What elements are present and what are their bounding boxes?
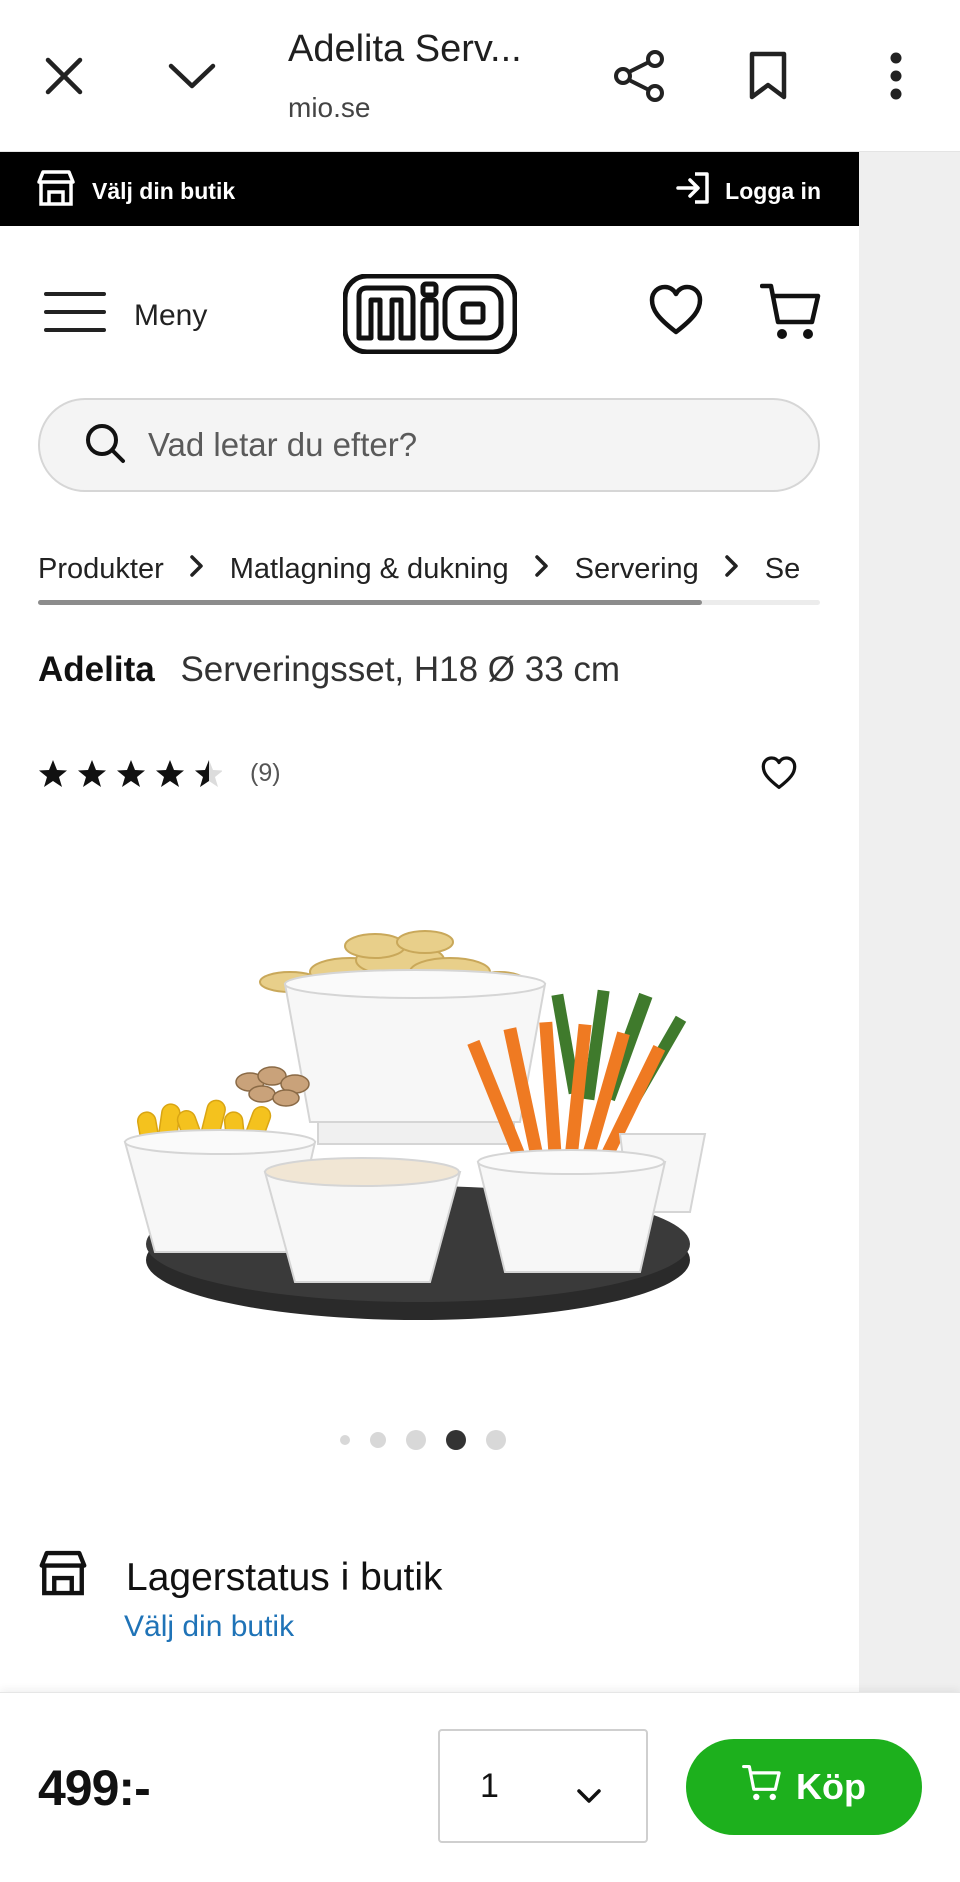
menu-label: Meny xyxy=(134,299,208,332)
carousel-dot[interactable] xyxy=(340,1435,350,1445)
login-icon xyxy=(675,170,711,212)
share-icon[interactable] xyxy=(600,36,680,116)
store-strip: Välj din butik Logga in xyxy=(0,152,859,226)
cart-icon[interactable] xyxy=(759,282,822,347)
page-title: Adelita Serv... xyxy=(288,28,522,70)
search-icon xyxy=(84,422,126,469)
login-label: Logga in xyxy=(725,177,821,204)
quantity-select[interactable]: 1 xyxy=(438,1729,648,1843)
store-icon xyxy=(38,1550,88,1606)
product-title: Adelita Serveringsset, H18 Ø 33 cm xyxy=(38,650,620,690)
chevron-down-icon xyxy=(576,1775,602,1814)
choose-store-link[interactable]: Välj din butik xyxy=(36,170,235,212)
choose-store-label: Välj din butik xyxy=(92,177,236,204)
carousel-dot-active[interactable] xyxy=(446,1430,466,1450)
breadcrumb-item[interactable]: Matlagning & dukning xyxy=(230,553,509,586)
more-vert-icon[interactable] xyxy=(856,36,936,116)
product-description: Serveringsset, H18 Ø 33 cm xyxy=(180,650,621,689)
chevron-down-icon[interactable] xyxy=(152,36,232,116)
breadcrumb: Produkter Matlagning & dukning Servering Se xyxy=(38,552,820,606)
quantity-value: 1 xyxy=(480,1766,499,1805)
product-price: 499:- xyxy=(38,1760,151,1816)
breadcrumb-item[interactable]: Produkter xyxy=(38,553,164,586)
buy-button[interactable]: Köp xyxy=(686,1739,922,1835)
hamburger-icon xyxy=(44,290,106,342)
mio-page: Välj din butik Logga in Meny Vad letar d… xyxy=(0,152,859,1692)
chevron-right-icon xyxy=(725,553,739,586)
carousel-dot[interactable] xyxy=(370,1432,386,1448)
breadcrumb-scrollbar[interactable] xyxy=(38,600,820,605)
chevron-right-icon xyxy=(534,553,549,586)
search-bar[interactable] xyxy=(38,398,820,492)
favorites-heart-icon[interactable] xyxy=(648,284,704,341)
carousel-dot[interactable] xyxy=(486,1430,506,1450)
star-rating-icon xyxy=(39,760,222,787)
page-gutter xyxy=(859,152,960,1692)
wishlist-heart-icon[interactable] xyxy=(760,756,798,795)
mio-logo[interactable] xyxy=(342,273,518,359)
product-image[interactable] xyxy=(100,872,760,1342)
cart-icon xyxy=(742,1764,782,1811)
stock-status: Lagerstatus i butik xyxy=(38,1550,443,1606)
product-brand: Adelita xyxy=(38,650,155,689)
breadcrumb-item[interactable]: Se xyxy=(765,553,800,586)
page-url: mio.se xyxy=(288,92,371,123)
product-rating[interactable]: (9) xyxy=(38,756,281,790)
choose-store-link[interactable]: Välj din butik xyxy=(124,1610,294,1644)
login-link[interactable]: Logga in xyxy=(675,170,821,212)
search-input[interactable] xyxy=(148,426,748,464)
breadcrumb-scroll-thumb[interactable] xyxy=(38,600,702,605)
carousel-dot[interactable] xyxy=(406,1430,426,1450)
menu-button[interactable]: Meny xyxy=(44,290,207,342)
image-carousel-dots xyxy=(340,1430,506,1450)
browser-toolbar: Adelita Serv... mio.se xyxy=(0,0,960,152)
chevron-right-icon xyxy=(189,553,204,586)
store-icon xyxy=(36,170,76,212)
buy-label: Köp xyxy=(796,1766,866,1807)
buy-bar: 499:- 1 Köp xyxy=(0,1692,960,1882)
bookmark-icon[interactable] xyxy=(728,36,808,116)
stock-title: Lagerstatus i butik xyxy=(126,1556,443,1599)
breadcrumb-item[interactable]: Servering xyxy=(575,553,699,586)
close-icon[interactable] xyxy=(24,36,104,116)
site-header: Meny xyxy=(0,226,859,391)
review-count: (9) xyxy=(250,758,281,787)
